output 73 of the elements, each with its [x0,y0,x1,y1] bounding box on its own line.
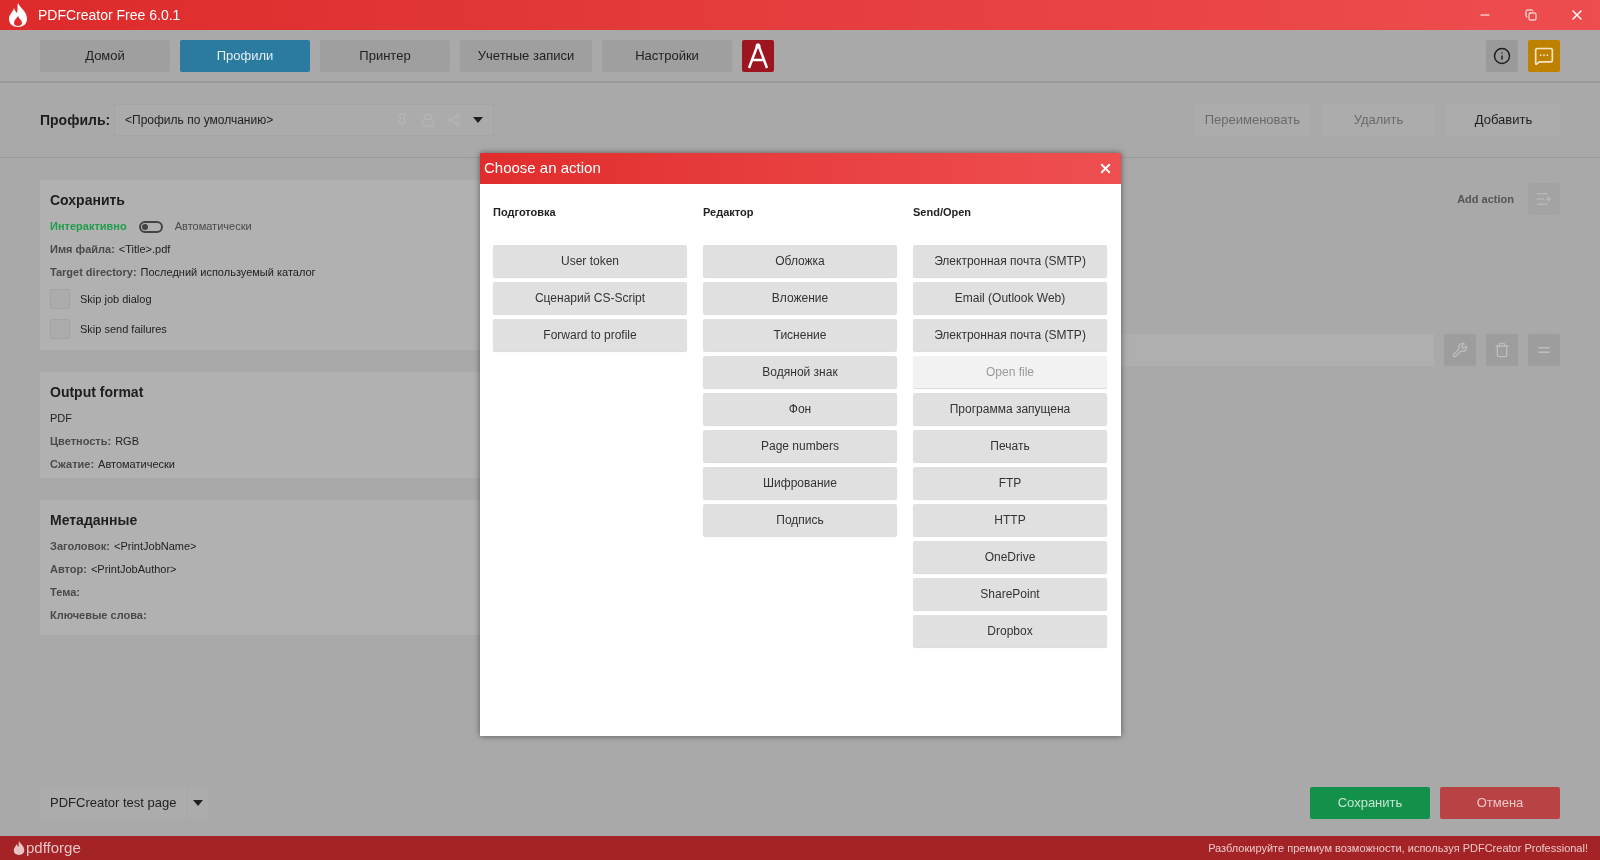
feedback-button[interactable] [1528,39,1560,72]
mode-option: Интерактивно [50,218,127,235]
window-title: PDFCreator Free 6.0.1 [38,5,181,25]
action-option-button[interactable]: Forward to profile [493,319,687,351]
field-value: Автоматически [98,457,175,473]
action-option-button[interactable]: Email (Outlook Web) [913,282,1107,314]
field-value: <PrintJobName> [113,539,197,555]
action-option-button[interactable]: Подпись [703,504,897,536]
field-label: Автор: [50,562,87,578]
flame-logo-icon [12,840,26,856]
column-heading: Подготовка [493,205,557,220]
action-option-button[interactable]: Dropbox [913,615,1107,647]
field-label: Тема: [50,585,80,601]
nav-tab[interactable]: Домой [40,39,170,72]
field-label: Заголовок: [50,539,110,555]
field-label: Ключевые слова: [50,608,147,624]
info-icon [1493,46,1511,65]
profile-dropdown[interactable]: <Профиль по умолчанию> [114,104,494,136]
dropdown-caret-icon [473,117,483,123]
action-option-button[interactable]: SharePoint [913,578,1107,610]
action-delete-button[interactable] [1486,334,1518,366]
action-option-button[interactable]: FTP [913,467,1107,499]
nav-tab[interactable]: Настройки [602,39,732,72]
action-option-button[interactable]: Page numbers [703,430,897,462]
promo-text: Разблокируйте премиум возможности, используя PDFCreator Professional! [1208,840,1588,856]
nav-tab[interactable]: Профили [180,39,310,72]
action-option-button[interactable]: Электронная почта (SMTP) [913,319,1107,351]
checkbox-label: Skip job dialog [80,291,152,307]
dialog-title: Choose an action [484,158,601,179]
panel-title: Output format [50,383,145,402]
action-option-button[interactable]: Электронная почта (SMTP) [913,245,1107,277]
restore-icon [1525,9,1537,21]
nav-tab[interactable]: Учетные записи [460,39,592,72]
action-option-button[interactable]: Тиснение [703,319,897,351]
action-option-button[interactable]: Фон [703,393,897,425]
action-option-button[interactable]: Шифрование [703,467,897,499]
action-option-button[interactable]: Обложка [703,245,897,277]
field-label: Цветность: [50,434,112,450]
wrench-icon [1452,342,1468,358]
trash-icon [1494,342,1510,358]
action-option-button[interactable]: Вложение [703,282,897,314]
field-label: Target directory: [50,265,137,281]
mode-toggle[interactable] [138,220,163,233]
action-option-button[interactable]: Печать [913,430,1107,462]
action-option-button[interactable]: User token [493,245,687,277]
column-heading: Send/Open [913,205,973,220]
field-label: Имя файла: [50,242,115,258]
action-option-button[interactable]: Водяной знак [703,356,897,388]
mode-option: Автоматически [174,218,252,235]
info-button[interactable] [1486,39,1518,72]
checkbox-label: Skip send failures [80,321,167,337]
panel-title: Сохранить [50,191,126,210]
action-settings-button[interactable] [1444,334,1476,366]
column-heading: Редактор [703,205,755,220]
flame-logo-icon [6,2,30,28]
action-option-button[interactable]: OneDrive [913,541,1107,573]
profile-label: Профиль: [40,110,112,130]
caret-icon [193,800,204,806]
add-action-label: Add action [1457,191,1514,207]
action-option-button[interactable]: HTTP [913,504,1107,536]
drag-handle-button[interactable] [1528,334,1560,366]
action-option-button[interactable]: Программа запущена [913,393,1107,425]
field-value: <Title>.pdf [118,242,171,258]
nav-tab[interactable]: Принтер [320,39,450,72]
field-value: Последний используемый каталог [140,265,316,281]
format-value: PDF [50,411,72,427]
field-value: <PrintJobAuthor> [90,562,177,578]
brand-name: pdfforge [26,837,81,858]
field-value: RGB [115,434,139,450]
chat-icon [1534,45,1554,66]
action-option-button[interactable]: Сценарий CS-Script [493,282,687,314]
field-label: Сжатие: [50,457,95,473]
panel-title: Метаданные [50,511,139,530]
